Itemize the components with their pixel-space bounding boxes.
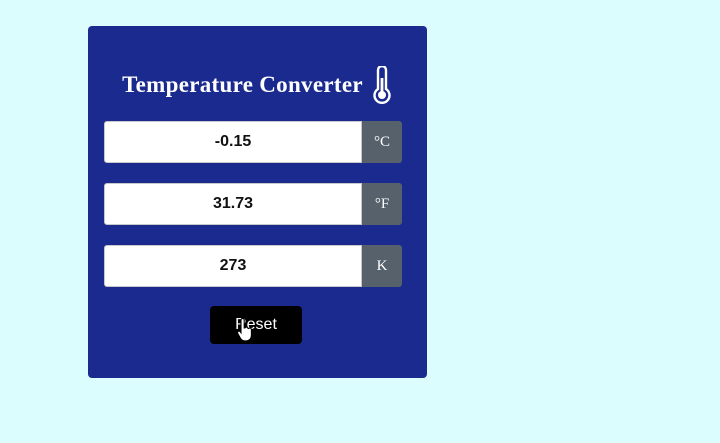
fahrenheit-input[interactable] <box>104 183 362 225</box>
title-row: Temperature Converter <box>88 64 427 104</box>
fahrenheit-unit-label: °F <box>362 183 402 225</box>
celsius-unit-label: °C <box>362 121 402 163</box>
converter-card: Temperature Converter °C °F K Reset <box>88 26 427 378</box>
thermometer-icon <box>371 64 393 104</box>
fahrenheit-row: °F <box>104 183 402 225</box>
kelvin-unit-label: K <box>362 245 402 287</box>
celsius-row: °C <box>104 121 402 163</box>
celsius-input[interactable] <box>104 121 362 163</box>
kelvin-input[interactable] <box>104 245 362 287</box>
reset-button[interactable]: Reset <box>210 306 302 344</box>
kelvin-row: K <box>104 245 402 287</box>
page-title: Temperature Converter <box>122 72 363 97</box>
